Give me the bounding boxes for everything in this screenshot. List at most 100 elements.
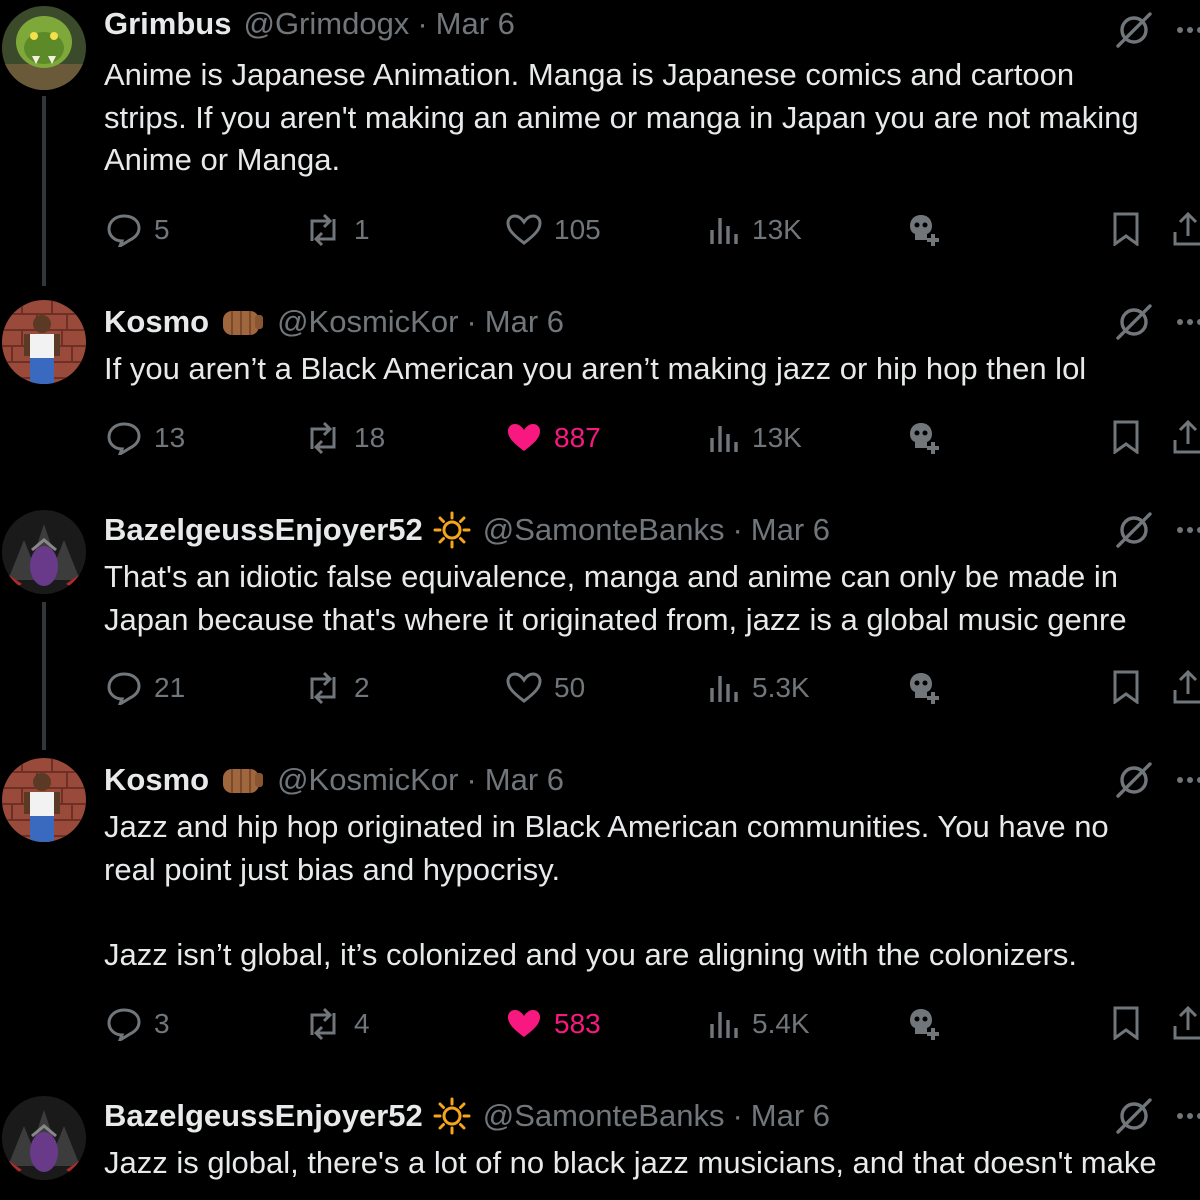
repost-count: 4 xyxy=(354,1008,370,1039)
tweet-header: Grimbus @Grimdogx · Mar 6 xyxy=(104,4,515,44)
author-name[interactable]: Kosmo xyxy=(104,760,209,800)
author-handle[interactable]: @Grimdogx xyxy=(243,4,409,44)
tweet-date[interactable]: Mar 6 xyxy=(485,302,564,342)
like-count: 50 xyxy=(554,672,586,703)
author-name[interactable]: Kosmo xyxy=(104,302,209,342)
author-handle[interactable]: @KosmicKor xyxy=(277,760,458,800)
reply-count: 3 xyxy=(154,1008,170,1039)
repost-count: 2 xyxy=(354,672,370,703)
bookmark-icon[interactable] xyxy=(1112,1006,1140,1041)
share-icon[interactable] xyxy=(1172,668,1200,704)
repost-icon xyxy=(310,671,336,705)
views-button[interactable]: 13K xyxy=(708,212,802,248)
reply-button[interactable]: 13 xyxy=(106,420,185,456)
views-icon xyxy=(710,426,738,452)
like-button[interactable]: 887 xyxy=(506,420,601,456)
separator: · xyxy=(417,6,428,41)
avatar[interactable] xyxy=(2,6,86,90)
separator: · xyxy=(466,304,477,339)
tweet-text: Jazz and hip hop originated in Black Ame… xyxy=(104,809,1109,972)
grok-add-icon[interactable] xyxy=(906,212,944,248)
view-count: 5.3K xyxy=(752,672,810,703)
reply-count: 21 xyxy=(154,672,186,703)
bookmark-icon[interactable] xyxy=(1112,420,1140,455)
fist-emoji-icon xyxy=(219,763,265,797)
more-icon[interactable] xyxy=(1176,1112,1200,1120)
like-button[interactable]: 105 xyxy=(506,212,601,248)
reply-icon xyxy=(107,214,141,247)
separator: · xyxy=(732,1098,743,1133)
reply-icon xyxy=(107,422,141,455)
grok-add-icon[interactable] xyxy=(906,420,944,456)
repost-count: 18 xyxy=(354,422,386,453)
avatar[interactable] xyxy=(2,1096,86,1180)
author-handle[interactable]: @SamonteBanks xyxy=(483,1096,725,1136)
heart-filled-icon xyxy=(508,1010,540,1037)
sun-emoji-icon xyxy=(433,511,471,549)
repost-count: 1 xyxy=(354,214,370,245)
tweet-text: That's an idiotic false equivalence, man… xyxy=(104,559,1127,637)
share-icon[interactable] xyxy=(1172,210,1200,246)
views-icon xyxy=(710,218,738,244)
tweet-date[interactable]: Mar 6 xyxy=(485,760,564,800)
tweet-date[interactable]: Mar 6 xyxy=(751,1096,830,1136)
author-handle[interactable]: @SamonteBanks xyxy=(483,510,725,550)
reply-button[interactable]: 3 xyxy=(106,1006,170,1042)
author-handle[interactable]: @KosmicKor xyxy=(277,302,458,342)
bookmark-icon[interactable] xyxy=(1112,212,1140,247)
grok-icon[interactable] xyxy=(1114,304,1154,340)
reply-icon xyxy=(107,1008,141,1041)
avatar[interactable] xyxy=(2,510,86,594)
avatar[interactable] xyxy=(2,758,86,842)
like-count: 887 xyxy=(554,422,601,453)
grok-add-icon[interactable] xyxy=(906,670,944,706)
author-name[interactable]: Grimbus xyxy=(104,4,231,44)
share-icon[interactable] xyxy=(1172,1004,1200,1040)
more-icon[interactable] xyxy=(1176,26,1200,34)
thread-line xyxy=(42,602,46,750)
like-button[interactable]: 583 xyxy=(506,1006,601,1042)
view-count: 13K xyxy=(752,422,802,453)
tweet-date[interactable]: Mar 6 xyxy=(436,4,515,44)
grok-icon[interactable] xyxy=(1114,512,1154,548)
reply-button[interactable]: 21 xyxy=(106,670,185,706)
like-button[interactable]: 50 xyxy=(506,670,585,706)
grok-icon[interactable] xyxy=(1114,762,1154,798)
view-count: 13K xyxy=(752,214,802,245)
repost-button[interactable]: 18 xyxy=(304,420,385,456)
sun-emoji-icon xyxy=(433,1097,471,1135)
bookmark-icon[interactable] xyxy=(1112,670,1140,705)
views-icon xyxy=(710,676,738,702)
separator: · xyxy=(732,512,743,547)
views-button[interactable]: 5.3K xyxy=(708,670,810,706)
thread-line xyxy=(42,96,46,286)
grok-add-icon[interactable] xyxy=(906,1006,944,1042)
like-count: 583 xyxy=(554,1008,601,1039)
repost-icon xyxy=(310,213,336,247)
views-button[interactable]: 5.4K xyxy=(708,1006,810,1042)
reply-button[interactable]: 5 xyxy=(106,212,170,248)
like-count: 105 xyxy=(554,214,601,245)
more-icon[interactable] xyxy=(1176,318,1200,326)
author-name[interactable]: BazelgeussEnjoyer52 xyxy=(104,1096,423,1136)
author-name[interactable]: BazelgeussEnjoyer52 xyxy=(104,510,423,550)
reply-icon xyxy=(107,672,141,705)
share-icon[interactable] xyxy=(1172,418,1200,454)
tweet-text: Anime is Japanese Animation. Manga is Ja… xyxy=(104,57,1139,177)
avatar[interactable] xyxy=(2,300,86,384)
heart-filled-icon xyxy=(508,424,540,451)
views-button[interactable]: 13K xyxy=(708,420,802,456)
repost-button[interactable]: 4 xyxy=(304,1006,370,1042)
heart-icon xyxy=(506,672,542,703)
tweet-header: BazelgeussEnjoyer52 @SamonteBanks · Mar … xyxy=(104,1096,830,1136)
more-icon[interactable] xyxy=(1176,776,1200,784)
tweet-date[interactable]: Mar 6 xyxy=(751,510,830,550)
tweet-text: If you aren’t a Black American you aren’… xyxy=(104,351,1087,386)
more-icon[interactable] xyxy=(1176,526,1200,534)
repost-button[interactable]: 1 xyxy=(304,212,370,248)
tweet-header: BazelgeussEnjoyer52 @SamonteBanks · Mar … xyxy=(104,510,830,550)
grok-icon[interactable] xyxy=(1114,1098,1154,1134)
views-icon xyxy=(710,1012,738,1038)
repost-button[interactable]: 2 xyxy=(304,670,370,706)
grok-icon[interactable] xyxy=(1114,12,1154,48)
